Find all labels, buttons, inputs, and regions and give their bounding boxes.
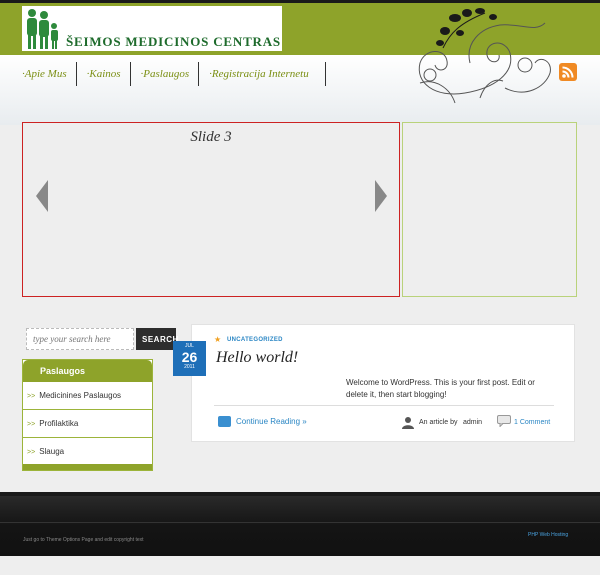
footer-divider xyxy=(0,522,600,523)
nav-item-kainos[interactable]: ·Kainos xyxy=(85,62,131,86)
comment-icon xyxy=(497,415,511,427)
comments-label: 1 Comment xyxy=(514,419,551,426)
widget-item-label: Medicinines Paslaugos xyxy=(39,391,122,400)
divider xyxy=(214,405,554,406)
search-button[interactable]: SEARCH xyxy=(136,328,178,350)
arrow-right-icon[interactable] xyxy=(375,180,387,212)
widget-item-label: Profilaktika xyxy=(39,419,79,428)
search-input[interactable] xyxy=(26,328,134,350)
slider-side-panel xyxy=(402,122,577,297)
copyright-text: Just go to Theme Options Page and edit c… xyxy=(23,537,144,543)
post-title[interactable]: Hello world! xyxy=(216,349,298,367)
rss-icon[interactable] xyxy=(559,63,577,81)
footer: Just go to Theme Options Page and edit c… xyxy=(0,496,600,556)
post-excerpt: Welcome to WordPress. This is your first… xyxy=(346,378,535,399)
post-date-badge: JUL 26 2011 xyxy=(173,341,206,376)
arrow-left-icon[interactable] xyxy=(36,180,48,212)
author-prefix: An article by xyxy=(419,419,458,426)
star-icon: ★ xyxy=(214,335,222,344)
bullet: >> xyxy=(27,449,36,456)
widget-item-profilaktika[interactable]: >> Profilaktika xyxy=(23,410,152,438)
date-day: 26 xyxy=(181,349,198,365)
date-year: 2011 xyxy=(184,364,195,370)
nav-item-apie-mus[interactable]: ·Apie Mus xyxy=(20,62,77,86)
family-logo-icon xyxy=(27,9,58,49)
continue-icon xyxy=(218,416,231,427)
site-logo[interactable]: ŠEIMOS MEDICINOS CENTRAS xyxy=(22,6,282,51)
slider: Slide 3 xyxy=(22,122,400,297)
search-form: SEARCH xyxy=(26,328,178,350)
widget-item-label: Slauga xyxy=(39,447,65,456)
nav-item-paslaugos[interactable]: ·Paslaugos xyxy=(139,62,200,86)
widget-footer xyxy=(23,464,152,470)
bullet: >> xyxy=(27,393,36,400)
bullet: >> xyxy=(27,421,36,428)
slide-title: Slide 3 xyxy=(190,129,232,145)
continue-reading-label: Continue Reading » xyxy=(236,417,307,426)
widget-title: Paslaugos xyxy=(23,360,152,382)
nav-item-registracija[interactable]: ·Registracija Internetu xyxy=(207,62,326,86)
main-nav: ·Apie Mus ·Kainos ·Paslaugos ·Registraci… xyxy=(20,62,334,86)
services-widget: Paslaugos >> Medicinines Paslaugos >> Prof… xyxy=(22,359,153,471)
widget-item-slauga[interactable]: >> Slauga xyxy=(23,438,152,466)
post-card: ★ UNCATEGORIZED Hello world! Welcome to … xyxy=(191,324,575,442)
swirl-ornament-icon xyxy=(418,8,551,104)
post-category[interactable]: UNCATEGORIZED xyxy=(227,337,283,343)
widget-item-medicinines[interactable]: >> Medicinines Paslaugos xyxy=(23,382,152,410)
footer-link[interactable]: PHP Web Hosting xyxy=(528,532,568,538)
logo-text: ŠEIMOS MEDICINOS CENTRAS xyxy=(66,34,281,49)
author-icon xyxy=(402,417,414,429)
author-name[interactable]: admin xyxy=(463,419,482,426)
